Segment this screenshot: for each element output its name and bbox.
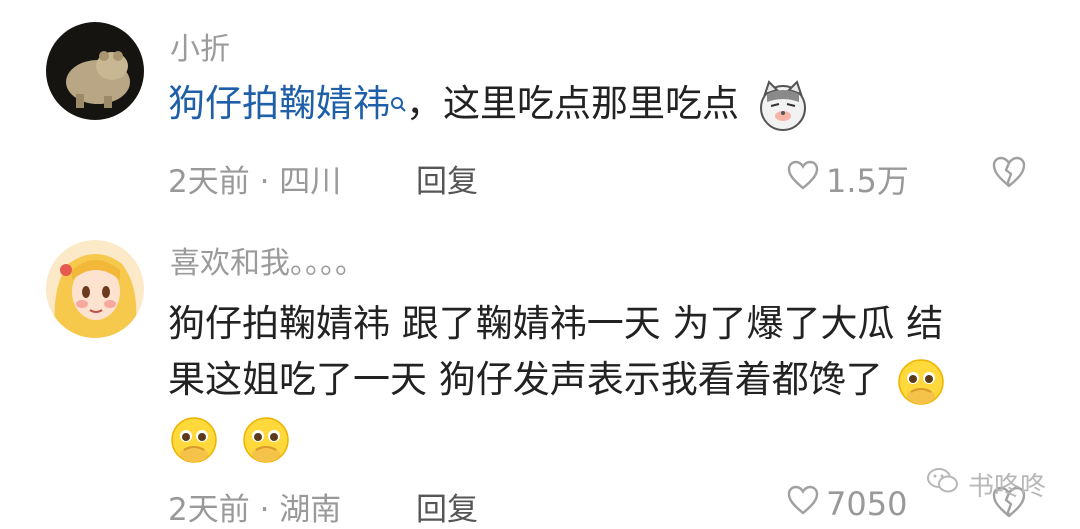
wechat-icon xyxy=(926,466,960,503)
avatar[interactable] xyxy=(46,22,144,120)
comment-text: ，这里吃点那里吃点 xyxy=(406,82,739,125)
like-count: 7050 xyxy=(826,485,908,523)
comment-body: 狗仔拍鞠婧祎 跟了鞠婧祎一天 为了爆了大瓜 结 果这姐吃了一天 狗仔发声表示我看… xyxy=(168,296,947,466)
comment-meta: 2天前 · 四川 xyxy=(168,164,342,200)
heart-icon xyxy=(786,159,820,199)
timestamp: 2天前 xyxy=(168,164,250,200)
comment-meta: 2天前 · 湖南 xyxy=(168,492,342,528)
search-link[interactable]: 狗仔拍鞠婧祎 xyxy=(168,82,406,125)
like-button[interactable]: 7050 xyxy=(786,484,907,524)
comment-body: 狗仔拍鞠婧祎 ，这里吃点那里吃点 xyxy=(168,76,809,132)
comment-line: 果这姐吃了一天 狗仔发声表示我看着都馋了 xyxy=(168,358,883,401)
reply-button[interactable]: 回复 xyxy=(416,156,478,201)
comment-item: 小折 狗仔拍鞠婧祎 ，这里吃点那里吃点 2天前 · 四川 回复 1.5万 xyxy=(0,0,1080,220)
cat-emoji-icon xyxy=(757,79,809,132)
dislike-button[interactable] xyxy=(990,154,1028,194)
username[interactable]: 喜欢和我。。。。 xyxy=(170,238,365,282)
watermark-text: 书咚咚 xyxy=(968,472,1047,502)
heart-icon xyxy=(786,484,820,524)
pleading-face-emoji-icon xyxy=(168,414,220,466)
watermark: 书咚咚 xyxy=(926,466,1046,503)
location: 四川 xyxy=(279,164,342,200)
avatar[interactable] xyxy=(46,240,144,338)
broken-heart-icon xyxy=(990,156,1028,194)
location: 湖南 xyxy=(279,492,342,528)
comment-line-with-emoji: 果这姐吃了一天 狗仔发声表示我看着都馋了 xyxy=(168,352,947,408)
timestamp: 2天前 xyxy=(168,492,250,528)
reply-button[interactable]: 回复 xyxy=(416,484,478,529)
emoji-row xyxy=(168,408,947,466)
pleading-face-emoji-icon xyxy=(895,356,947,408)
comment-line: 狗仔拍鞠婧祎 跟了鞠婧祎一天 为了爆了大瓜 结 xyxy=(168,302,944,345)
comment-item: 喜欢和我。。。。 狗仔拍鞠婧祎 跟了鞠婧祎一天 为了爆了大瓜 结 果这姐吃了一天… xyxy=(0,222,1080,528)
search-icon xyxy=(390,78,406,112)
like-count: 1.5万 xyxy=(826,162,909,200)
pleading-face-emoji-icon xyxy=(240,414,292,466)
like-button[interactable]: 1.5万 xyxy=(786,156,909,202)
username[interactable]: 小折 xyxy=(170,24,230,68)
broken-heart-icon xyxy=(990,486,1028,524)
